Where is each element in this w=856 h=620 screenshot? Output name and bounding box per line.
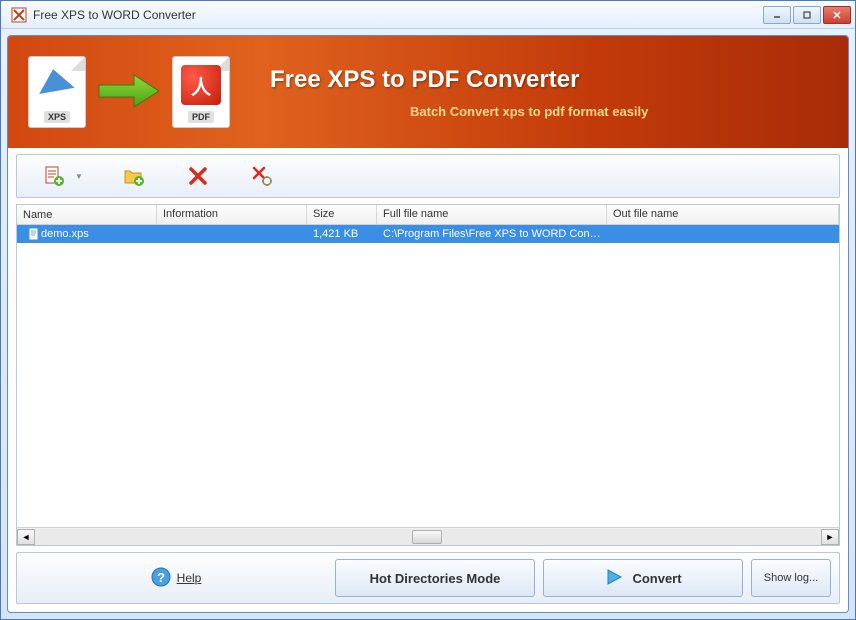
- column-header-information[interactable]: Information: [157, 205, 307, 224]
- cell-full-file-name: C:\Program Files\Free XPS to WORD Conv..…: [377, 226, 607, 242]
- add-folder-button[interactable]: [121, 163, 147, 189]
- cell-out-file-name: [607, 232, 839, 236]
- help-area: ? Help: [25, 567, 327, 590]
- hot-directories-label: Hot Directories Mode: [370, 571, 501, 586]
- file-icon: [27, 227, 41, 241]
- window-controls: [763, 6, 851, 24]
- list-body[interactable]: demo.xps 1,421 KB C:\Program Files\Free …: [17, 225, 839, 527]
- remove-settings-button[interactable]: [249, 163, 275, 189]
- help-icon: ?: [151, 567, 171, 590]
- cell-size: 1,421 KB: [307, 226, 377, 242]
- help-link[interactable]: Help: [177, 571, 202, 585]
- pdf-file-icon: 人 PDF: [172, 56, 230, 128]
- play-icon: [604, 567, 624, 590]
- scroll-right-button[interactable]: ►: [821, 529, 839, 545]
- scroll-track[interactable]: [35, 529, 821, 545]
- svg-text:?: ?: [157, 570, 165, 585]
- app-window: Free XPS to WORD Converter XPS 人: [0, 0, 856, 620]
- file-list: Name Information Size Full file name Out…: [16, 204, 840, 546]
- table-row[interactable]: demo.xps 1,421 KB C:\Program Files\Free …: [17, 225, 839, 243]
- column-header-out-file-name[interactable]: Out file name: [607, 205, 839, 224]
- app-icon: [11, 7, 27, 23]
- horizontal-scrollbar[interactable]: ◄ ►: [17, 527, 839, 545]
- add-file-button[interactable]: [41, 163, 67, 189]
- convert-button[interactable]: Convert: [543, 559, 743, 597]
- cell-name: demo.xps: [41, 228, 89, 240]
- column-header-size[interactable]: Size: [307, 205, 377, 224]
- close-button[interactable]: [823, 6, 851, 24]
- minimize-button[interactable]: [763, 6, 791, 24]
- arrow-right-icon: [94, 71, 164, 114]
- pdf-label: PDF: [188, 111, 214, 123]
- scroll-thumb[interactable]: [412, 530, 442, 544]
- scroll-left-button[interactable]: ◄: [17, 529, 35, 545]
- maximize-button[interactable]: [793, 6, 821, 24]
- banner: XPS 人 PDF Free XPS to PDF Converter Batc…: [8, 36, 848, 148]
- banner-title: Free XPS to PDF Converter: [270, 66, 648, 94]
- dropdown-arrow-icon[interactable]: ▼: [75, 172, 83, 181]
- list-header: Name Information Size Full file name Out…: [17, 205, 839, 225]
- banner-icons: XPS 人 PDF: [28, 56, 230, 128]
- bottom-bar: ? Help Hot Directories Mode Convert Show…: [16, 552, 840, 604]
- window-title: Free XPS to WORD Converter: [33, 8, 763, 22]
- column-header-name[interactable]: Name: [17, 205, 157, 224]
- toolbar: ▼: [16, 154, 840, 198]
- titlebar: Free XPS to WORD Converter: [1, 1, 855, 29]
- convert-label: Convert: [632, 571, 681, 586]
- column-header-full-file-name[interactable]: Full file name: [377, 205, 607, 224]
- banner-text: Free XPS to PDF Converter Batch Convert …: [270, 66, 648, 119]
- banner-subtitle: Batch Convert xps to pdf format easily: [410, 104, 648, 119]
- xps-file-icon: XPS: [28, 56, 86, 128]
- toolbar-container: ▼: [8, 148, 848, 204]
- hot-directories-button[interactable]: Hot Directories Mode: [335, 559, 535, 597]
- cell-information: [157, 232, 307, 236]
- show-log-label: Show log...: [764, 572, 818, 584]
- remove-button[interactable]: [185, 163, 211, 189]
- show-log-button[interactable]: Show log...: [751, 559, 831, 597]
- content-area: XPS 人 PDF Free XPS to PDF Converter Batc…: [7, 35, 849, 613]
- xps-label: XPS: [44, 111, 70, 123]
